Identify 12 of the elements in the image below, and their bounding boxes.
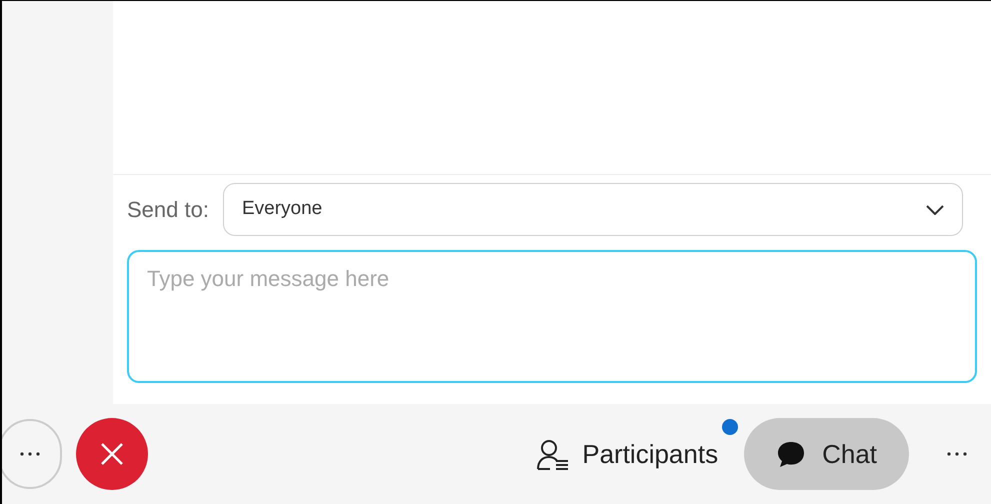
recipient-dropdown[interactable]: Everyone: [222, 183, 963, 236]
more-icon: [20, 452, 40, 456]
more-button[interactable]: [2, 419, 62, 489]
chat-tab[interactable]: Chat: [744, 418, 909, 490]
participants-button[interactable]: Participants: [536, 434, 724, 474]
message-field[interactable]: Type your message here: [127, 250, 977, 383]
send-to-label: Send to:: [127, 196, 209, 224]
close-icon: [100, 442, 124, 466]
more-icon: [947, 452, 967, 456]
chevron-down-icon: [926, 204, 944, 214]
chat-bubble-icon: [776, 440, 806, 468]
participants-icon: [536, 437, 570, 471]
